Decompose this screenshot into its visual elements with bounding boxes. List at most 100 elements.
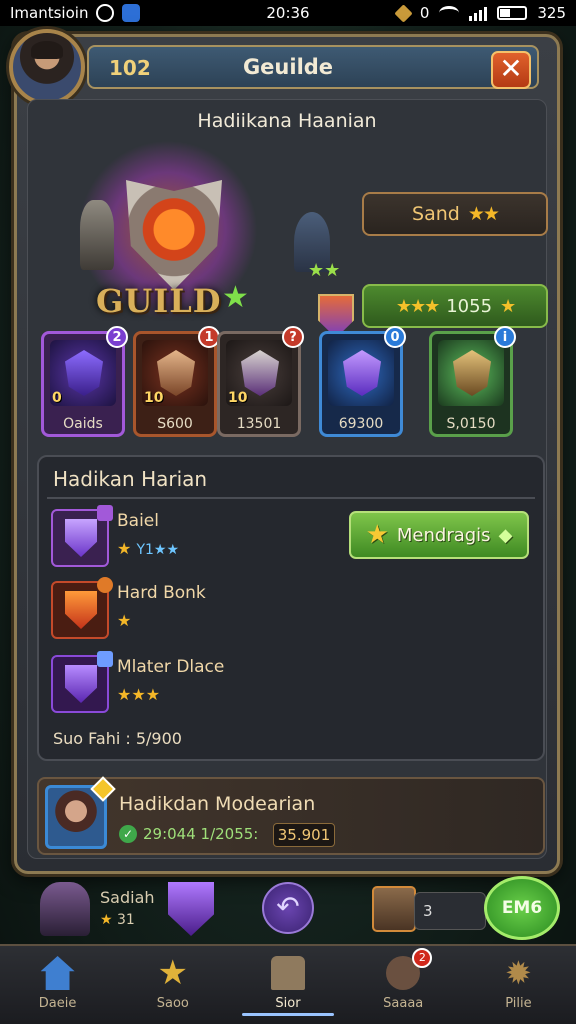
quest-icon: [51, 577, 113, 639]
action-button[interactable]: EM6: [484, 876, 560, 940]
member-avatar: [45, 776, 116, 849]
check-icon: ✓: [119, 825, 137, 843]
rank-stars: ★★: [467, 203, 500, 225]
item-cards: 2 0 Oaids 1 10 S600 ? 10 13501 0 69300 i…: [41, 326, 553, 441]
chest-icon: [453, 350, 491, 396]
item-card[interactable]: i S,0150: [429, 326, 516, 437]
quest-divider: [47, 497, 535, 499]
nav-item-shop[interactable]: Sior: [230, 946, 345, 1024]
player-avatar[interactable]: [9, 29, 85, 105]
card-badge: 2: [106, 326, 128, 348]
shop-icon: [271, 956, 305, 990]
shield-icon[interactable]: [168, 882, 214, 936]
close-button[interactable]: ✕: [491, 51, 531, 89]
card-caption: S,0150: [446, 416, 496, 432]
claim-button[interactable]: ★ Mendragis ◆: [349, 511, 529, 559]
dragon-gem-icon: [65, 350, 103, 396]
item-card[interactable]: ? 10 13501: [217, 326, 304, 437]
score-stars: ★★★: [395, 295, 440, 317]
member-card[interactable]: Hadikdan Modearian ✓ 29:044 1/2055: 35.90…: [37, 776, 545, 855]
member-score: 35.901: [273, 823, 335, 847]
member-name: Hadikdan Modearian: [119, 793, 316, 815]
hero-portrait[interactable]: [40, 882, 90, 936]
card-badge: i: [494, 326, 516, 348]
slot-counter: 3: [414, 892, 486, 930]
notification-badge: 2: [412, 948, 433, 968]
carrier-label: Imantsioin: [10, 4, 89, 22]
nav-item-star[interactable]: ★ Saoo: [115, 946, 230, 1024]
fire-shield-icon: [65, 591, 97, 629]
quest-total: Suo Fahi : 5/900: [53, 729, 182, 748]
nav-label: Sior: [275, 996, 301, 1011]
card-caption: S600: [157, 416, 193, 432]
close-icon: ✕: [499, 52, 523, 85]
quest-icon: [51, 505, 113, 567]
star-icon: ★: [365, 520, 389, 550]
signal-icon: [469, 6, 488, 21]
guild-subtitle: Hadiikana Haanian: [197, 110, 377, 132]
guild-star-icon: ★: [222, 280, 249, 315]
guild-logo-text: GUILD: [96, 282, 222, 320]
member-stat: ✓ 29:044 1/2055:: [119, 825, 258, 843]
quest-row[interactable]: Mlater Dlace ★★★: [49, 651, 529, 717]
card-level: 10: [144, 390, 164, 406]
corner-gem-icon: [97, 651, 113, 667]
app-badge-icon: [122, 4, 141, 22]
hero-level-value: 31: [117, 912, 135, 928]
corner-gem-icon: [97, 505, 113, 521]
hero-figure-left: [80, 200, 114, 270]
status-bar: Imantsioin 20:36 0 325: [0, 0, 576, 26]
nav-item-bag[interactable]: 2 Saaaa: [346, 946, 461, 1024]
card-caption: 69300: [338, 416, 384, 432]
hero-name: Sadiah: [100, 888, 155, 907]
quest-name: Mlater Dlace: [117, 657, 225, 677]
home-icon: [40, 956, 75, 990]
status-count: 0: [419, 4, 430, 22]
card-caption: 13501: [236, 416, 282, 432]
bottom-nav: Daeie ★ Saoo Sior 2 Saaaa ✹ Pilie: [0, 944, 576, 1024]
score-value: 1055: [446, 295, 493, 317]
corner-badge-icon: [97, 577, 113, 593]
card-badge: ?: [282, 326, 304, 348]
nav-label: Pilie: [505, 996, 532, 1011]
nav-item-settings[interactable]: ✹ Pilie: [461, 946, 576, 1024]
rank-label: Sand: [412, 203, 460, 225]
item-card[interactable]: 0 69300: [319, 326, 406, 437]
undo-button[interactable]: ↶: [262, 882, 314, 934]
quest-stars: ★ Y1★★: [117, 539, 179, 558]
score-star-icon: ★: [500, 295, 516, 317]
player-hud: Sadiah ★ 31 ↶ 3 EM6: [0, 876, 576, 940]
card-level: 10: [228, 390, 248, 406]
card-art: [328, 340, 394, 406]
title-bar: 102 Geuilde ✕: [87, 45, 539, 89]
shield-icon: [65, 519, 97, 557]
score-box[interactable]: ★★★ 1055 ★: [362, 284, 548, 328]
guild-emblem[interactable]: ★★ GUILD ★: [38, 140, 354, 350]
card-art: [438, 340, 504, 406]
arcane-shield-icon: [65, 665, 97, 703]
nav-label: Saaaa: [383, 996, 424, 1011]
quest-name: Baiel: [117, 511, 159, 531]
chest-icon[interactable]: [372, 886, 416, 932]
nav-item-home[interactable]: Daeie: [0, 946, 115, 1024]
quest-stars: ★★★: [117, 685, 161, 704]
card-badge: 0: [384, 326, 406, 348]
quest-row[interactable]: Hard Bonk ★: [49, 577, 529, 643]
star-icon: ★: [157, 953, 189, 993]
rank-box[interactable]: Sand ★★: [362, 192, 548, 236]
member-stat-value: 29:044 1/2055:: [143, 825, 259, 843]
item-card[interactable]: 1 10 S600: [133, 326, 220, 437]
item-card[interactable]: 2 0 Oaids: [41, 326, 128, 437]
wifi-icon: [439, 6, 460, 20]
hero-level: ★ 31: [100, 912, 135, 928]
gear-icon: ✹: [505, 954, 532, 992]
card-caption: Oaids: [63, 416, 103, 432]
nav-label: Saoo: [156, 996, 189, 1011]
quest-extra: Y1★★: [136, 542, 179, 558]
crystal-icon: [343, 350, 381, 396]
quest-stars: ★: [117, 611, 132, 630]
claim-label: Mendragis: [396, 524, 491, 546]
quest-header: Hadikan Harian: [53, 467, 208, 491]
gem-icon: [90, 776, 116, 802]
hero-stars: ★★: [308, 260, 341, 281]
